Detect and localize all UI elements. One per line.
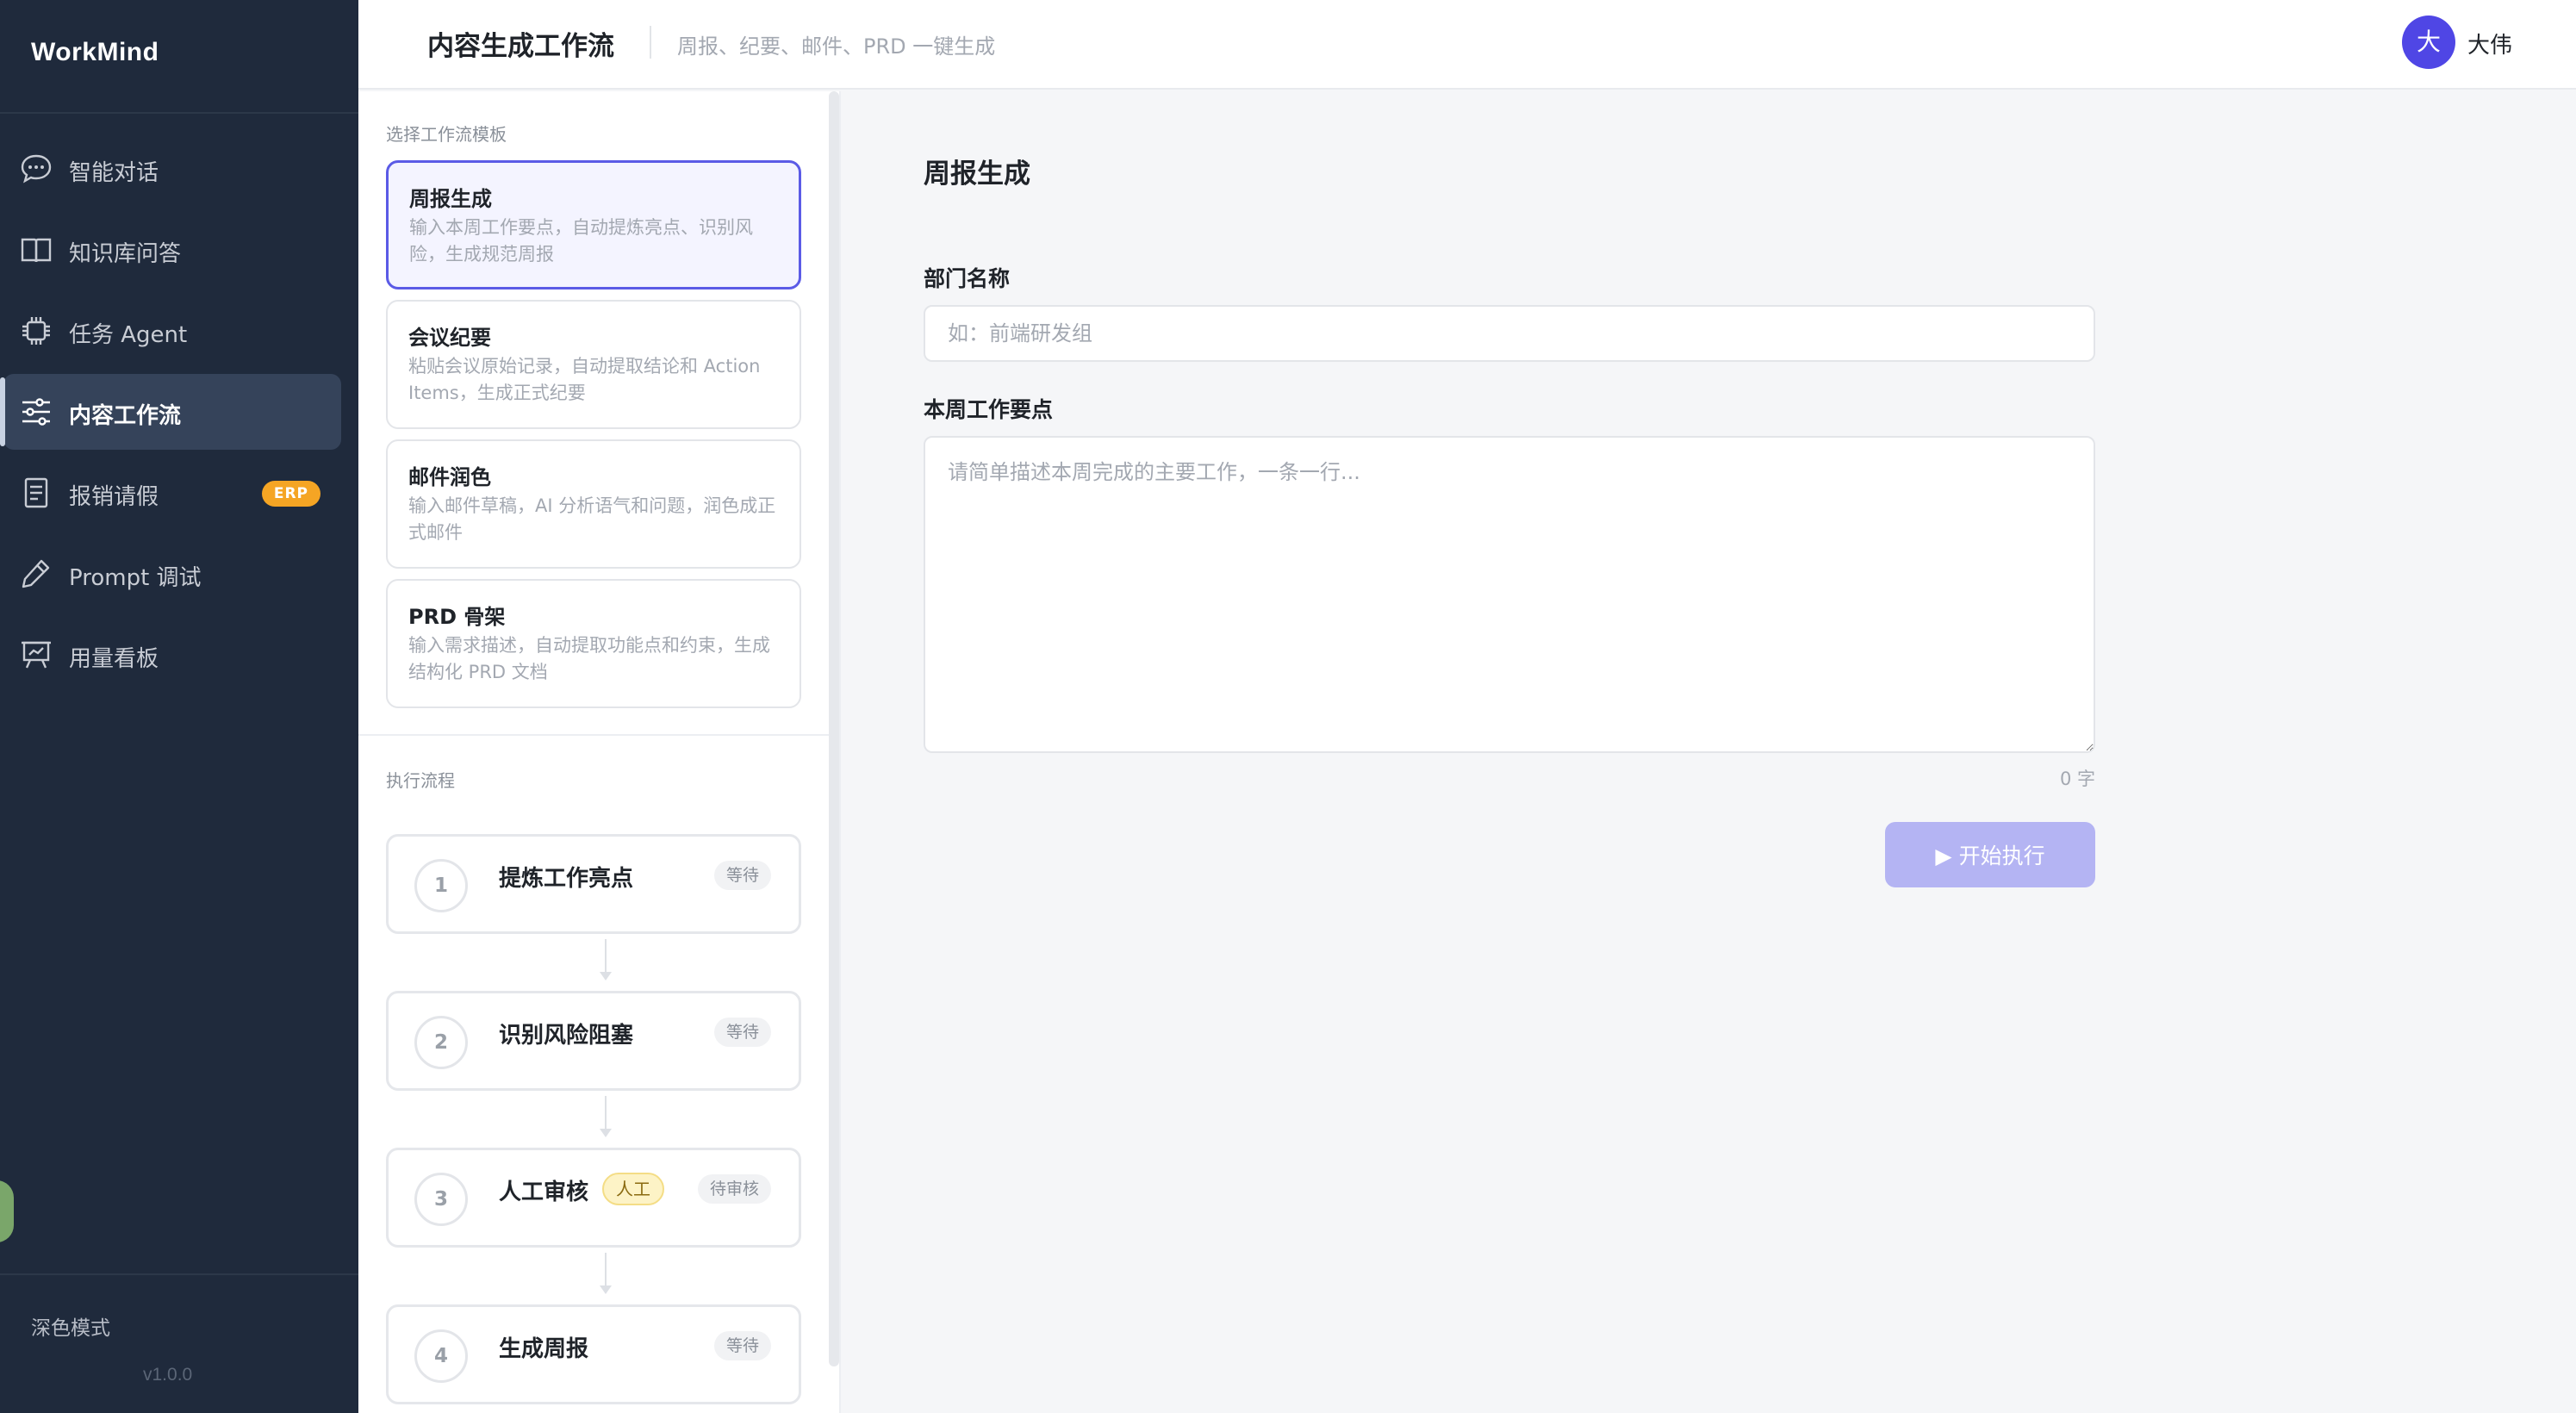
status-badge: 等待 bbox=[713, 861, 771, 890]
sidebar-item-label: 智能对话 bbox=[69, 160, 159, 186]
human-review-tag: 人工 bbox=[602, 1173, 664, 1205]
sidebar-item-label: 知识库问答 bbox=[69, 241, 182, 267]
pipeline-step-1: 1 提炼工作亮点 等待 bbox=[386, 834, 801, 934]
sidebar-item-label: Prompt 调试 bbox=[69, 565, 202, 591]
sidebar-item-usage[interactable]: 用量看板 bbox=[3, 617, 341, 693]
step-number: 4 bbox=[414, 1329, 468, 1383]
workflow-panel: 选择工作流模板 周报生成 输入本周工作要点，自动提炼亮点、识别风险，生成规范周报… bbox=[358, 91, 841, 1413]
sidebar-item-label: 报销请假 bbox=[69, 484, 159, 510]
weekly-notes-textarea[interactable] bbox=[924, 436, 2095, 753]
step-number: 1 bbox=[414, 859, 468, 912]
template-title: 周报生成 bbox=[409, 187, 492, 211]
template-card-prd-skeleton[interactable]: PRD 骨架 输入需求描述，自动提取功能点和约束，生成结构化 PRD 文档 bbox=[386, 579, 801, 708]
template-section-label: 选择工作流模板 bbox=[386, 124, 507, 145]
dept-label: 部门名称 bbox=[924, 266, 1011, 291]
template-title: PRD 骨架 bbox=[408, 605, 506, 629]
sidebar-item-workflow[interactable]: 内容工作流 bbox=[0, 374, 341, 450]
step-connector-arrow bbox=[600, 1253, 612, 1294]
pipeline-step-2: 2 识别风险阻塞 等待 bbox=[386, 991, 801, 1091]
sidebar-item-expense[interactable]: 报销请假 ERP bbox=[3, 455, 341, 531]
template-desc: 输入邮件草稿，AI 分析语气和问题，润色成正式邮件 bbox=[408, 495, 776, 543]
status-badge: 待审核 bbox=[697, 1174, 771, 1204]
template-title: 会议纪要 bbox=[408, 326, 491, 350]
pipeline-step-3: 3 人工审核 人工 待审核 bbox=[386, 1148, 801, 1248]
status-badge: 等待 bbox=[713, 1331, 771, 1360]
sidebar-item-knowledge[interactable]: 知识库问答 bbox=[3, 212, 341, 288]
template-title: 邮件润色 bbox=[408, 465, 491, 489]
brand-logo[interactable]: WorkMind bbox=[31, 38, 159, 67]
page-subtitle: 周报、纪要、邮件、PRD 一键生成 bbox=[677, 34, 996, 59]
book-icon bbox=[21, 238, 52, 263]
document-icon bbox=[24, 477, 48, 508]
template-desc: 输入需求描述，自动提取功能点和约束，生成结构化 PRD 文档 bbox=[408, 635, 770, 682]
template-desc: 粘贴会议原始记录，自动提取结论和 Action Items，生成正式纪要 bbox=[408, 356, 761, 403]
sidebar-item-label: 用量看板 bbox=[69, 646, 159, 672]
char-count: 0 字 bbox=[2059, 769, 2095, 789]
step-number: 3 bbox=[414, 1173, 468, 1226]
step-number: 2 bbox=[414, 1016, 468, 1069]
pipeline-step-4: 4 生成周报 等待 bbox=[386, 1304, 801, 1404]
dark-mode-toggle[interactable]: 深色模式 bbox=[31, 1311, 110, 1341]
sidebar-item-chat[interactable]: 智能对话 bbox=[3, 131, 341, 207]
panel-divider bbox=[358, 734, 841, 736]
page-title: 内容生成工作流 bbox=[427, 31, 614, 62]
step-title: 识别风险阻塞 bbox=[499, 1023, 634, 1049]
chip-icon bbox=[22, 317, 50, 345]
header-separator bbox=[650, 26, 651, 59]
form-title: 周报生成 bbox=[924, 159, 1030, 190]
presentation-board-icon bbox=[22, 641, 51, 669]
notes-label: 本周工作要点 bbox=[924, 397, 1054, 422]
avatar[interactable]: 大 bbox=[2402, 16, 2455, 69]
template-desc: 输入本周工作要点，自动提炼亮点、识别风险，生成规范周报 bbox=[409, 217, 753, 265]
step-title: 提炼工作亮点 bbox=[499, 866, 634, 892]
template-card-weekly-report[interactable]: 周报生成 输入本周工作要点，自动提炼亮点、识别风险，生成规范周报 bbox=[386, 160, 801, 289]
pen-icon bbox=[22, 559, 50, 588]
step-title: 人工审核 bbox=[499, 1180, 589, 1205]
user-name[interactable]: 大伟 bbox=[2467, 28, 2512, 59]
template-card-email-polish[interactable]: 邮件润色 输入邮件草稿，AI 分析语气和问题，润色成正式邮件 bbox=[386, 439, 801, 569]
sidebar-item-label: 内容工作流 bbox=[69, 403, 182, 429]
pipeline-section-label: 执行流程 bbox=[386, 770, 455, 791]
start-execute-button[interactable]: ▶ 开始执行 bbox=[1885, 822, 2095, 887]
floating-help-bubble[interactable] bbox=[0, 1180, 14, 1242]
version-label: v1.0.0 bbox=[143, 1365, 193, 1385]
step-title: 生成周报 bbox=[499, 1336, 589, 1362]
panel-scrollbar[interactable] bbox=[829, 91, 839, 1366]
template-card-meeting-notes[interactable]: 会议纪要 粘贴会议原始记录，自动提取结论和 Action Items，生成正式纪… bbox=[386, 300, 801, 429]
sidebar-item-agent[interactable]: 任务 Agent bbox=[3, 293, 341, 369]
sidebar-item-prompt[interactable]: Prompt 调试 bbox=[3, 536, 341, 612]
status-badge: 等待 bbox=[713, 1018, 771, 1047]
erp-badge: ERP bbox=[261, 481, 320, 507]
step-connector-arrow bbox=[600, 939, 612, 980]
chat-bubble-icon bbox=[21, 154, 52, 184]
sidebar-divider bbox=[0, 112, 358, 114]
top-header: 内容生成工作流 周报、纪要、邮件、PRD 一键生成 大 大伟 bbox=[358, 0, 2576, 90]
dept-name-input[interactable] bbox=[924, 305, 2095, 362]
step-connector-arrow bbox=[600, 1096, 612, 1137]
sidebar: WorkMind 智能对话 知识库问答 任务 Agent 内容工作流 报销请假 … bbox=[0, 0, 358, 1413]
sliders-icon bbox=[22, 398, 50, 426]
sidebar-item-label: 任务 Agent bbox=[69, 322, 188, 348]
sidebar-footer-divider bbox=[0, 1273, 358, 1275]
